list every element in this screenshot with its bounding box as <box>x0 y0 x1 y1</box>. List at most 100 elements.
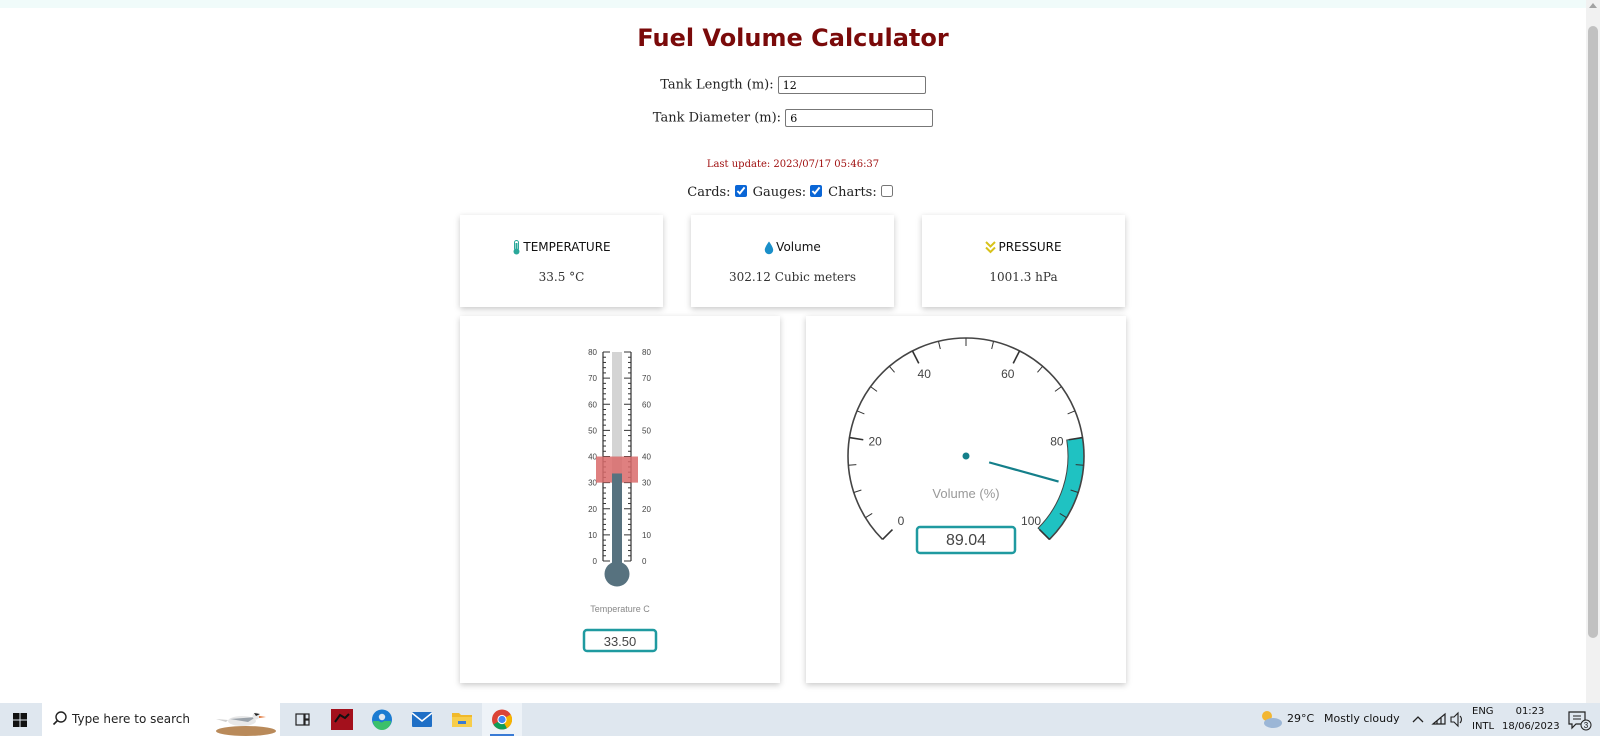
taskbar-search-placeholder: Type here to search <box>72 712 190 726</box>
search-icon <box>52 711 67 726</box>
gauge-tick <box>848 464 857 466</box>
gauge-tick <box>849 436 864 441</box>
tank-diameter-label: Tank Diameter (m): <box>652 110 782 126</box>
page-top-strip <box>0 0 1586 8</box>
notification-center[interactable]: 3 <box>1564 703 1594 736</box>
gauge-tick <box>911 350 920 364</box>
pressure-card: PRESSURE 1001.3 hPa <box>922 215 1125 307</box>
gauges-toggle-label: Gauges: <box>752 185 807 200</box>
thermometer-readout: 33.50 <box>604 634 637 649</box>
gauge-tick <box>1012 350 1021 364</box>
gauge-needle <box>988 461 1059 483</box>
double-chevron-down-icon <box>985 241 997 254</box>
taskbar-file-explorer[interactable] <box>442 703 482 736</box>
weather-temperature: 29°C <box>1287 712 1315 725</box>
thermometer-tick-label: 20 <box>642 505 651 514</box>
tank-diameter-row: Tank Diameter (m): <box>0 109 1586 127</box>
water-drop-icon <box>764 241 774 254</box>
gauge-range-band <box>1037 436 1085 541</box>
partly-cloudy-icon <box>1262 711 1282 728</box>
gauge-tick <box>1067 410 1076 415</box>
taskbar-chrome[interactable] <box>482 703 522 736</box>
thermometer-tick-label: 10 <box>588 531 597 540</box>
thermometer-bulb <box>604 561 630 587</box>
gauge-tick-label: 100 <box>1021 514 1041 528</box>
cards-toggle-label: Cards: <box>687 185 731 200</box>
temperature-card-title: TEMPERATURE <box>523 240 611 254</box>
taskbar-edge[interactable] <box>362 703 402 736</box>
thermometer-tick-label: 20 <box>588 505 597 514</box>
task-view-icon <box>295 713 310 726</box>
thermometer-tick-label: 70 <box>642 374 651 383</box>
thermometer-tick-label: 0 <box>593 557 598 566</box>
thermometer-tick-label: 70 <box>588 374 597 383</box>
gauge-tick <box>1054 386 1062 392</box>
show-hidden-icons[interactable] <box>1408 703 1428 736</box>
thermometer-tick-label: 50 <box>642 426 651 435</box>
thermometer-tick-label: 60 <box>642 400 651 409</box>
thermometer-tick-label: 10 <box>642 531 651 540</box>
notification-count: 3 <box>1584 721 1589 730</box>
clock[interactable]: 01:23 18/06/2023 <box>1502 703 1560 736</box>
gauge-tick <box>853 489 862 493</box>
page-scrollbar[interactable] <box>1586 0 1600 703</box>
thermometer-gauge: 80 8070 7060 6050 5040 4030 3020 2010 100 0 Tempe… <box>582 348 658 653</box>
taskbar-search-box[interactable]: Type here to search <box>42 703 280 736</box>
taskbar-red-app[interactable] <box>322 703 362 736</box>
gauge-tick <box>1037 365 1044 373</box>
tank-length-input[interactable] <box>777 76 926 94</box>
weather-widget[interactable]: 29°C Mostly cloudy <box>1258 703 1406 736</box>
start-button[interactable] <box>0 703 40 736</box>
weather-description: Mostly cloudy <box>1324 712 1400 725</box>
gauge-tick <box>888 365 895 373</box>
clock-date: 18/06/2023 <box>1502 721 1560 732</box>
gauge-readout: 89.04 <box>946 532 986 549</box>
thermometer-tick-label: 80 <box>642 348 651 357</box>
thermometer-tick-label: 30 <box>642 479 651 488</box>
thermometer-caption: Temperature C <box>590 604 650 614</box>
tank-diameter-input[interactable] <box>785 109 934 127</box>
thermometer-tick-label: 60 <box>588 400 597 409</box>
windows-logo-icon <box>13 713 27 727</box>
speaker-icon <box>1450 711 1462 728</box>
scroll-up-arrow-icon[interactable] <box>1589 3 1597 8</box>
view-toggles: Cards: Gauges: Charts: <box>0 185 1586 200</box>
gauge-tick <box>856 410 865 415</box>
volume-control[interactable] <box>1448 703 1466 736</box>
temperature-card-value: 33.5 °C <box>538 270 585 284</box>
page-title: Fuel Volume Calculator <box>637 24 949 52</box>
charts-checkbox[interactable] <box>880 185 893 197</box>
cards-checkbox[interactable] <box>734 185 747 197</box>
notification-icon: 3 <box>1568 711 1592 731</box>
gauge-tick-label: 20 <box>868 435 882 449</box>
clock-time: 01:23 <box>1515 706 1545 717</box>
volume-card-value: 302.12 Cubic meters <box>728 270 857 284</box>
volume-card: Volume 302.12 Cubic meters <box>691 215 894 307</box>
input-language[interactable]: ENG INTL <box>1470 703 1500 736</box>
search-highlight-bird-icon <box>216 712 276 736</box>
taskbar-mail[interactable] <box>402 703 442 736</box>
gauge-tick-label: 40 <box>918 367 932 381</box>
folder-icon <box>452 713 472 727</box>
thermometer-tick-label: 80 <box>588 348 597 357</box>
gauges-checkbox[interactable] <box>810 185 823 197</box>
volume-card-header: Volume <box>691 240 894 255</box>
network-status[interactable] <box>1430 703 1448 736</box>
gauge-outline-arc <box>847 337 1085 541</box>
taskbar-task-view[interactable] <box>282 703 322 736</box>
wifi-icon <box>1431 712 1446 725</box>
temperature-card: TEMPERATURE 33.5 °C <box>460 215 663 307</box>
chevron-up-icon <box>1412 716 1424 723</box>
last-update-text: Last update: 2023/07/17 05:46:37 <box>706 159 880 170</box>
volume-gauge-panel: 0 20 40 60 80 100 Volume (%) 89.04 <box>806 316 1126 683</box>
windows-taskbar: Type here to search 29°C Mostly cloudy E… <box>0 703 1600 736</box>
gauge-needle-pivot <box>962 452 970 460</box>
gauge-tick <box>991 341 995 350</box>
mail-icon <box>411 712 433 727</box>
tank-length-row: Tank Length (m): <box>0 76 1586 94</box>
language-code: ENG <box>1472 706 1494 717</box>
pressure-card-header: PRESSURE <box>922 240 1125 254</box>
gauge-tick-label: 60 <box>1001 367 1015 381</box>
edge-browser-icon <box>372 709 392 730</box>
scrollbar-thumb[interactable] <box>1588 26 1598 638</box>
